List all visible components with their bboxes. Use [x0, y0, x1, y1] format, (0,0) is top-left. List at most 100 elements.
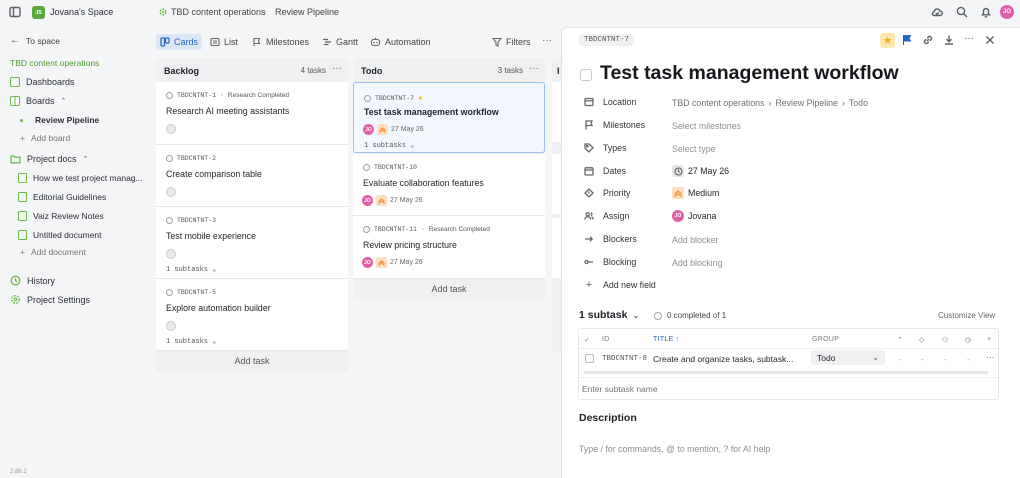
- doc-item[interactable]: Vaiz Review Notes: [18, 211, 104, 221]
- breadcrumb-project[interactable]: TBD content operations: [171, 7, 266, 17]
- status-circle-icon[interactable]: [364, 94, 371, 102]
- project-name[interactable]: TBD content operations: [10, 58, 99, 68]
- flag-icon[interactable]: [901, 34, 913, 46]
- sidebar-item-boards[interactable]: Boards ⌃: [10, 96, 66, 106]
- milestones-select[interactable]: Select milestones: [672, 121, 741, 131]
- status-circle-icon[interactable]: [166, 289, 173, 296]
- add-blocking-button[interactable]: Add blocking: [672, 258, 722, 268]
- tag-column-icon[interactable]: ◇: [919, 336, 925, 344]
- doc-item[interactable]: Untitled document: [18, 230, 102, 240]
- task-id-chip[interactable]: TBDCNTNT-7: [579, 34, 635, 46]
- user-avatar[interactable]: JO: [1000, 5, 1014, 19]
- tab-cards[interactable]: Cards: [156, 34, 203, 50]
- status-circle-icon[interactable]: [363, 226, 370, 233]
- task-card[interactable]: TBDCNTNT-2 Create comparison table: [156, 145, 348, 207]
- tab-milestones[interactable]: Milestones: [248, 34, 313, 50]
- status-circle-icon[interactable]: [166, 155, 173, 162]
- assign-value[interactable]: JO Jovana: [672, 210, 716, 222]
- task-complete-checkbox[interactable]: [580, 69, 592, 81]
- breadcrumb-board[interactable]: Review Pipeline: [275, 7, 339, 17]
- horizontal-scrollbar[interactable]: [584, 371, 988, 374]
- search-icon[interactable]: [956, 6, 968, 18]
- close-icon[interactable]: [984, 34, 996, 46]
- task-card[interactable]: TBDCNTNT-3 Test mobile experience 1 subt…: [156, 207, 348, 279]
- sidebar: ← To space TBD content operations Dashbo…: [0, 26, 150, 478]
- subtask-name-input[interactable]: [582, 382, 982, 396]
- avatar[interactable]: JO: [363, 124, 374, 135]
- sidebar-item-history[interactable]: History: [10, 275, 55, 286]
- status-circle-icon[interactable]: [166, 92, 173, 99]
- types-select[interactable]: Select type: [672, 144, 716, 154]
- subtasks-toggle[interactable]: 1 subtasks ⌄: [364, 141, 414, 150]
- assignee-column-icon[interactable]: ⚇: [942, 336, 949, 344]
- row-checkbox[interactable]: [585, 354, 594, 363]
- clock-column-icon[interactable]: ◷: [965, 336, 971, 344]
- sidebar-item-project-settings[interactable]: Project Settings: [10, 294, 90, 305]
- workspace-badge[interactable]: JS: [32, 6, 45, 19]
- add-blocker-button[interactable]: Add blocker: [672, 235, 718, 245]
- task-card[interactable]: TBDCNTNT-1 · Research Completed Research A…: [156, 82, 348, 145]
- assignee-placeholder-icon[interactable]: [166, 249, 176, 259]
- favorite-star-icon[interactable]: ★: [880, 33, 895, 48]
- task-meta: JO 27 May 26: [362, 257, 423, 268]
- subtasks-heading[interactable]: 1 subtask ⌄: [579, 309, 639, 321]
- select-all-check-icon[interactable]: ✓: [584, 336, 590, 344]
- subtasks-toggle[interactable]: 1 subtasks ⌄: [166, 337, 216, 346]
- clock-icon: [672, 165, 684, 177]
- download-icon[interactable]: [943, 34, 955, 46]
- more-options-icon[interactable]: ···: [542, 35, 552, 46]
- column-header-group[interactable]: GROUP: [812, 336, 839, 343]
- workspace-name[interactable]: Jovana's Space: [50, 7, 113, 17]
- link-icon[interactable]: [922, 34, 934, 46]
- column-header-title[interactable]: TITLE ↑: [653, 336, 680, 343]
- task-card[interactable]: TBDCNTNT-5 Explore automation builder 1 …: [156, 279, 348, 351]
- property-location: Location: [584, 97, 636, 107]
- subtask-title[interactable]: Create and organize tasks, subtask...: [653, 354, 793, 364]
- status-circle-icon[interactable]: [363, 164, 370, 171]
- property-label: Priority: [603, 188, 631, 198]
- add-document-button[interactable]: + Add document: [20, 247, 86, 257]
- task-title[interactable]: Test task management workflow: [600, 62, 899, 85]
- tab-list[interactable]: List: [206, 34, 242, 50]
- tab-automation[interactable]: Automation: [366, 34, 435, 50]
- sidebar-item-project-docs[interactable]: Project docs ⌃: [10, 154, 88, 164]
- dates-value[interactable]: 27 May 26: [672, 165, 729, 177]
- bell-icon[interactable]: [980, 6, 992, 18]
- column-more-icon[interactable]: ···: [332, 63, 342, 74]
- filters-button[interactable]: Filters: [488, 34, 535, 50]
- subtasks-toggle[interactable]: 1 subtasks ⌄: [166, 265, 216, 274]
- add-task-button[interactable]: Add task: [353, 284, 545, 294]
- task-card-selected[interactable]: TBDCNTNT-7 ★ Test task management workflo…: [353, 82, 545, 153]
- avatar[interactable]: JO: [362, 257, 373, 268]
- cloud-sync-icon[interactable]: [931, 6, 943, 18]
- column-header-id[interactable]: ID: [602, 336, 610, 343]
- add-new-field-button[interactable]: + Add new field: [584, 279, 656, 291]
- more-options-icon[interactable]: ···: [964, 33, 974, 44]
- avatar[interactable]: JO: [362, 195, 373, 206]
- description-editor[interactable]: Type / for commands, @ to mention, ? for…: [579, 444, 770, 454]
- doc-item[interactable]: Editorial Guidelines: [18, 192, 106, 202]
- task-card[interactable]: TBDCNTNT-11 · Research Completed Review pr…: [353, 216, 545, 279]
- sidebar-item-review-pipeline[interactable]: Review Pipeline: [20, 115, 99, 125]
- back-to-space-link[interactable]: ← To space: [10, 35, 60, 46]
- doc-title: Editorial Guidelines: [33, 192, 107, 202]
- add-task-button[interactable]: Add task: [156, 356, 348, 366]
- row-more-icon[interactable]: ···: [986, 352, 995, 362]
- column-more-icon[interactable]: ···: [529, 63, 539, 74]
- priority-value[interactable]: Medium: [672, 187, 719, 199]
- tab-gantt[interactable]: Gantt: [318, 34, 362, 50]
- subtask-group-select[interactable]: Todo ⌄: [811, 350, 885, 365]
- priority-column-icon[interactable]: ⌃: [897, 336, 903, 344]
- assignee-placeholder-icon[interactable]: [166, 321, 176, 331]
- add-board-button[interactable]: + Add board: [20, 133, 70, 143]
- status-circle-icon[interactable]: [166, 217, 173, 224]
- add-column-icon[interactable]: +: [987, 336, 991, 343]
- assignee-placeholder-icon[interactable]: [166, 124, 176, 134]
- task-card[interactable]: TBDCNTNT-10 Evaluate collaboration featu…: [353, 154, 545, 216]
- sidebar-item-dashboards[interactable]: Dashboards: [10, 77, 75, 87]
- doc-item[interactable]: How we test project manag...: [18, 173, 143, 183]
- sidebar-toggle-icon[interactable]: [9, 6, 21, 18]
- customize-view-button[interactable]: Customize View: [938, 311, 995, 320]
- assignee-placeholder-icon[interactable]: [166, 187, 176, 197]
- location-value[interactable]: TBD content operations › Review Pipeline › T…: [672, 98, 868, 108]
